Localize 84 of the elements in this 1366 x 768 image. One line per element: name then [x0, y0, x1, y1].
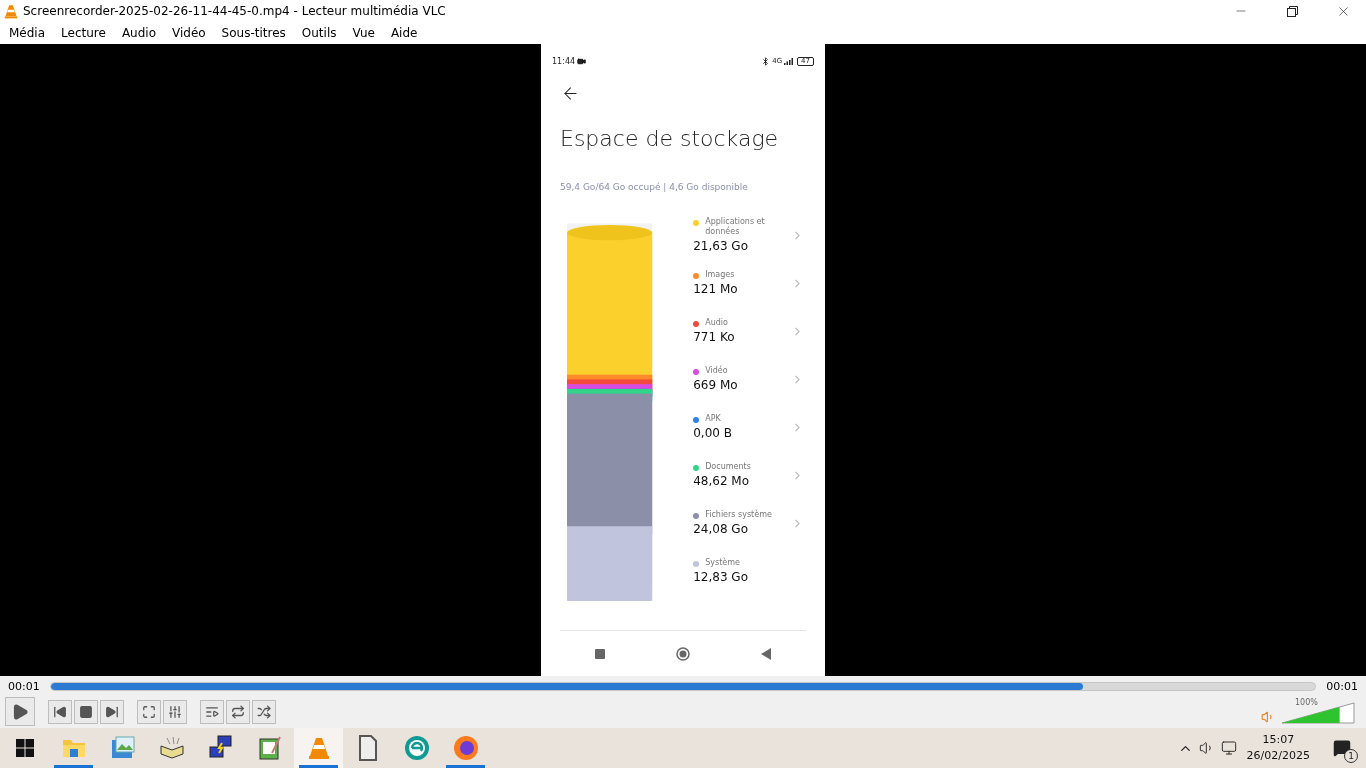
- total-time: 00:01: [1326, 679, 1358, 693]
- volume-slider[interactable]: 100%: [1281, 699, 1355, 724]
- category-label: Documents: [705, 462, 752, 472]
- menu-item[interactable]: Média: [1, 26, 54, 40]
- computers-icon: [207, 735, 234, 761]
- camera-icon: [577, 56, 587, 66]
- play-icon: [11, 702, 29, 721]
- volume-label: 100%: [1295, 697, 1318, 707]
- notepad-icon: [257, 735, 282, 761]
- storage-category[interactable]: Documents 48,62 Mo: [693, 451, 804, 499]
- category-size: 121 Mo: [693, 282, 739, 296]
- status-time: 11:44: [552, 56, 576, 66]
- back-triangle-icon[interactable]: [760, 647, 771, 660]
- category-size: 21,63 Go: [693, 239, 749, 253]
- loop-button[interactable]: [226, 699, 250, 724]
- home-circle-icon[interactable]: [676, 646, 690, 661]
- category-label: Vidéo: [705, 366, 729, 376]
- menu-item[interactable]: Lecture: [53, 26, 114, 40]
- category-size: 669 Mo: [693, 378, 739, 392]
- playlist-icon: [205, 704, 219, 719]
- taskbar-app[interactable]: [294, 728, 343, 768]
- category-size: 12,83 Go: [693, 570, 749, 584]
- shuffle-icon: [257, 704, 271, 719]
- next-icon: [105, 704, 119, 719]
- category-size: 771 Ko: [693, 330, 736, 344]
- playlist-button[interactable]: [200, 699, 224, 724]
- storage-category[interactable]: Audio 771 Ko: [693, 307, 804, 355]
- notification-count: 1: [1344, 749, 1358, 763]
- seek-bar[interactable]: [49, 681, 1317, 691]
- category-label: Audio: [705, 318, 729, 328]
- stop-icon: [79, 704, 93, 719]
- category-label: Images: [705, 270, 736, 280]
- previous-icon: [53, 704, 67, 719]
- previous-button[interactable]: [48, 699, 72, 724]
- signal-icon: [784, 57, 794, 65]
- elapsed-time: 00:01: [8, 679, 40, 693]
- restore-icon: [1286, 5, 1298, 17]
- menu-item[interactable]: Aide: [382, 26, 426, 40]
- storage-category[interactable]: Applications et données 21,63 Go: [693, 211, 804, 259]
- category-label: Fichiers système: [705, 510, 773, 520]
- bluetooth-icon: [761, 56, 771, 66]
- category-label: APK: [705, 414, 722, 424]
- network-icon[interactable]: [1220, 740, 1237, 756]
- windows-logo-icon: [15, 739, 34, 757]
- storage-summary: 59,4 Go/64 Go occupé | 4,6 Go disponible: [559, 181, 749, 194]
- traffic-cone-icon: [307, 736, 330, 760]
- category-size: 24,08 Go: [693, 522, 749, 536]
- traffic-cone-icon: [4, 3, 18, 19]
- fullscreen-icon: [142, 704, 156, 719]
- document-icon: [357, 735, 378, 761]
- category-label: Système: [705, 558, 741, 568]
- photos-icon: [109, 736, 136, 760]
- play-button[interactable]: [5, 697, 35, 726]
- category-label: Applications et données: [705, 217, 766, 237]
- storage-category[interactable]: Images 121 Mo: [693, 259, 804, 307]
- equalizer-button[interactable]: [163, 699, 187, 724]
- page-title: Espace de stockage: [559, 125, 780, 153]
- e-logo-icon: [403, 735, 430, 761]
- loop-icon: [231, 704, 245, 719]
- next-button[interactable]: [100, 699, 124, 724]
- category-size: 48,62 Mo: [693, 474, 751, 488]
- square-icon[interactable]: [595, 648, 606, 659]
- globe-icon: [452, 735, 479, 761]
- notification-button[interactable]: 1: [1328, 733, 1356, 763]
- shuffle-button[interactable]: [252, 699, 276, 724]
- menu-item[interactable]: Vue: [344, 26, 383, 40]
- menu-item[interactable]: Audio: [113, 26, 164, 40]
- window-title: Screenrecorder-2025-02-26-11-44-45-0.mp4 - Lecteur multimédia VLC: [23, 4, 447, 18]
- fullscreen-button[interactable]: [137, 699, 161, 724]
- storage-category[interactable]: Fichiers système 24,08 Go: [693, 499, 804, 547]
- menu-item[interactable]: Outils: [293, 26, 345, 40]
- clock-time: 15:07: [1262, 732, 1295, 748]
- storage-category[interactable]: Vidéo 669 Mo: [693, 355, 804, 403]
- folder-icon: [61, 738, 86, 758]
- storage-category[interactable]: Système 12,83 Go: [693, 547, 804, 595]
- equalizer-icon: [168, 704, 182, 719]
- stop-button[interactable]: [74, 699, 98, 724]
- taskbar-clock[interactable]: 15:07 26/02/2025: [1242, 732, 1322, 764]
- storage-category[interactable]: APK 0,00 B: [693, 403, 804, 451]
- clock-date: 26/02/2025: [1246, 748, 1310, 764]
- menu-item[interactable]: Vidéo: [164, 26, 214, 40]
- category-size: 0,00 B: [693, 426, 733, 440]
- menu-item[interactable]: Sous-titres: [213, 26, 294, 40]
- book-icon: [158, 736, 185, 760]
